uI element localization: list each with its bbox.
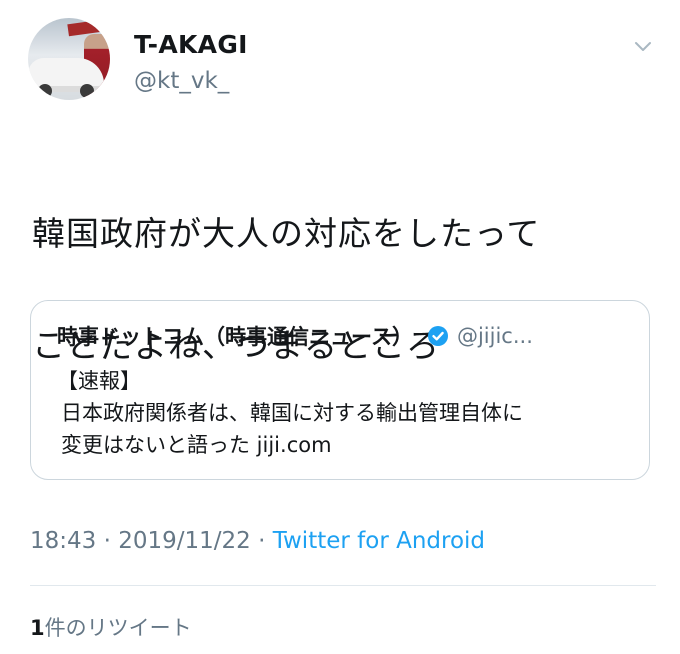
author-handle[interactable]: @kt_vk_ xyxy=(134,68,229,94)
quoted-tweet-line: 変更はないと語った jiji.com xyxy=(61,433,332,457)
quoted-tweet-line: 日本政府関係者は、韓国に対する輸出管理自体に xyxy=(61,401,523,425)
quoted-tweet-header: 時事ドットコム（時事通信ニュース） @jijic... xyxy=(57,321,637,351)
chevron-down-icon[interactable] xyxy=(630,34,656,60)
retweet-label: 件のリツイート xyxy=(44,616,192,640)
avatar-wheel xyxy=(38,84,52,98)
tweet-time: 18:43 xyxy=(30,528,97,554)
quoted-tweet-body: 【速報】 日本政府関係者は、韓国に対する輸出管理自体に 変更はないと語った ji… xyxy=(57,365,631,461)
tweet-source-link[interactable]: Twitter for Android xyxy=(273,528,485,554)
retweet-stats[interactable]: 1件のリツイート xyxy=(30,612,192,642)
divider xyxy=(30,585,656,586)
avatar-wheel xyxy=(80,84,94,98)
meta-separator: · xyxy=(96,528,119,554)
quoted-tweet-card[interactable]: 時事ドットコム（時事通信ニュース） @jijic... 【速報】 日本政府関係者… xyxy=(30,300,650,480)
tweet-meta: 18:43 · 2019/11/22 · Twitter for Android xyxy=(30,528,485,554)
quoted-author-handle: @jijic... xyxy=(456,324,533,348)
quoted-tweet-tag: 【速報】 xyxy=(57,369,141,393)
tweet-date: 2019/11/22 xyxy=(118,528,251,554)
tweet-text-line: 韓国政府が大人の対応をしたって xyxy=(32,214,541,253)
verified-badge-icon xyxy=(427,325,449,347)
retweet-count: 1 xyxy=(30,616,45,640)
avatar[interactable] xyxy=(28,18,110,100)
meta-separator: · xyxy=(250,528,273,554)
author-display-name[interactable]: T-AKAGI xyxy=(134,30,248,59)
quoted-author-name: 時事ドットコム（時事通信ニュース） xyxy=(57,325,413,349)
